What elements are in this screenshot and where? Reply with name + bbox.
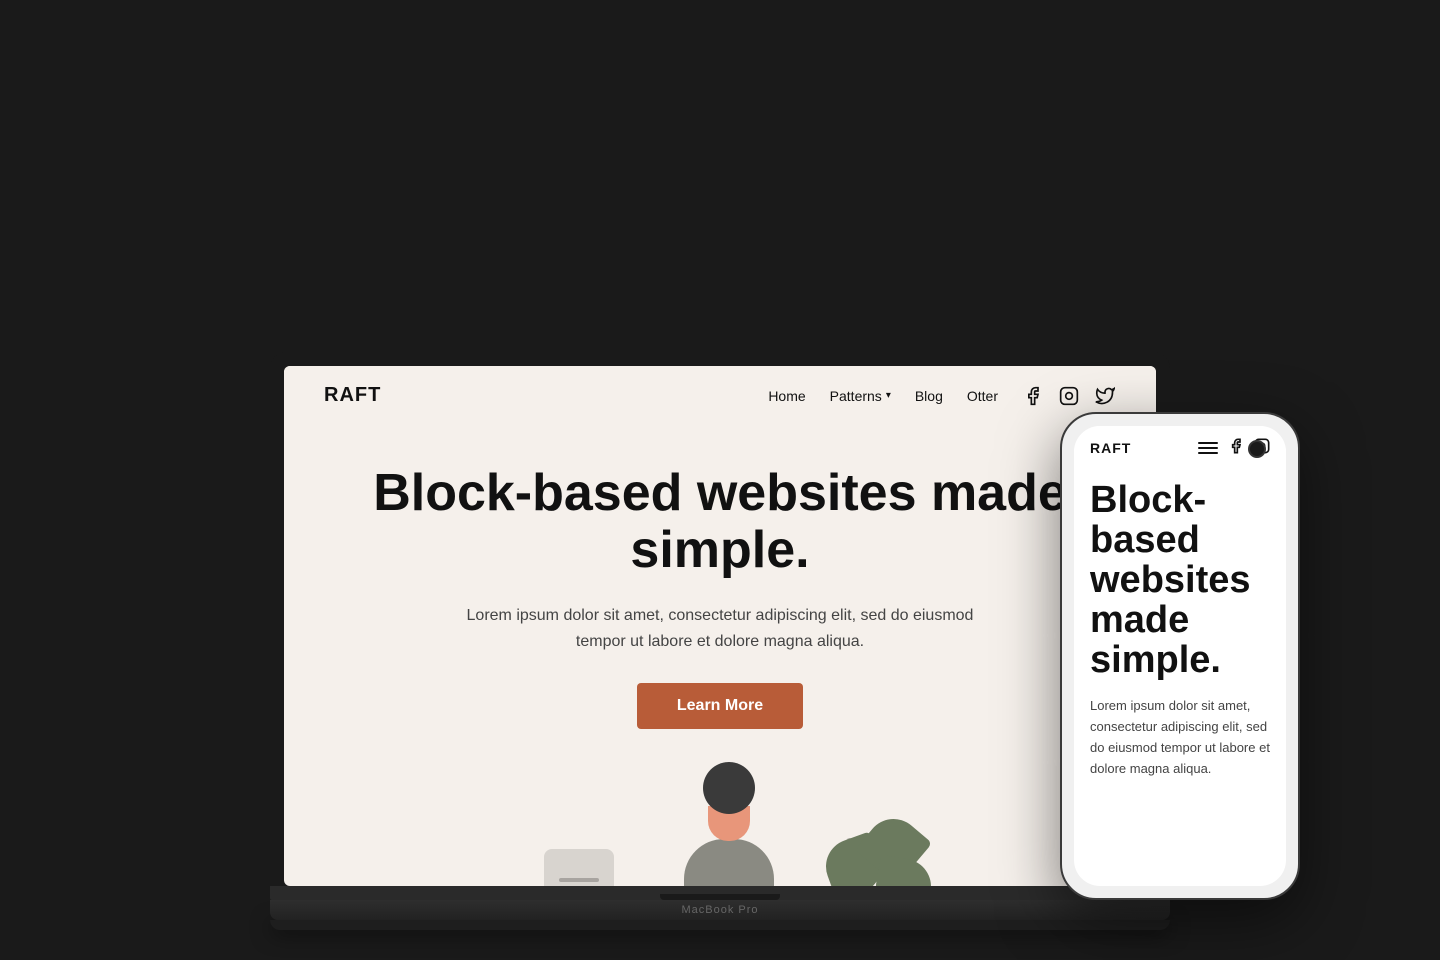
macbook-label: MacBook Pro	[681, 904, 758, 916]
illus-plant	[816, 809, 936, 886]
phone-hero-title: Block-based websites made simple.	[1090, 481, 1270, 680]
hero-subtitle: Lorem ipsum dolor sit amet, consectetur …	[440, 603, 1000, 654]
person-head	[703, 762, 755, 814]
plant-leaf	[872, 854, 936, 886]
phone-content: Block-based websites made simple. Lorem …	[1074, 461, 1286, 800]
nav-patterns[interactable]: Patterns ▾	[830, 388, 891, 404]
hero-title: Block-based websites made simple.	[364, 465, 1076, 579]
twitter-icon[interactable]	[1094, 385, 1116, 407]
hamburger-menu-icon[interactable]	[1198, 442, 1218, 454]
phone-facebook-icon[interactable]	[1228, 438, 1244, 457]
site-header: RAFT Home Patterns ▾ Blog Otter	[284, 366, 1156, 425]
nav-otter[interactable]: Otter	[967, 388, 998, 404]
nav-social-icons	[1022, 385, 1116, 407]
illus-line-1	[559, 878, 599, 882]
laptop-base: MacBook Pro	[270, 900, 1170, 920]
phone-logo: RAFT	[1090, 440, 1131, 456]
person-body	[684, 839, 774, 886]
illus-card	[544, 849, 614, 886]
phone-header: RAFT	[1074, 426, 1286, 461]
phone-hero-subtitle: Lorem ipsum dolor sit amet, consectetur …	[1090, 696, 1270, 779]
phone-camera	[1248, 440, 1266, 458]
phone-screen: RAFT	[1074, 426, 1286, 886]
site-hero: Block-based websites made simple. Lorem …	[284, 425, 1156, 729]
illus-person	[684, 762, 774, 886]
site-logo: RAFT	[324, 384, 381, 407]
instagram-icon[interactable]	[1058, 385, 1080, 407]
learn-more-button[interactable]: Learn More	[637, 683, 803, 729]
nav-blog[interactable]: Blog	[915, 388, 943, 404]
phone-nav-icons	[1198, 438, 1270, 457]
chevron-down-icon: ▾	[886, 390, 891, 401]
laptop-screen-outer: RAFT Home Patterns ▾ Blog Otter	[270, 352, 1170, 886]
nav-home[interactable]: Home	[768, 388, 805, 404]
phone-device: RAFT	[1060, 412, 1300, 900]
laptop-hinge	[270, 886, 1170, 900]
hero-illustration	[284, 749, 1156, 886]
site-nav: Home Patterns ▾ Blog Otter	[768, 385, 1116, 407]
laptop-device: RAFT Home Patterns ▾ Blog Otter	[270, 352, 1170, 930]
scene: RAFT Home Patterns ▾ Blog Otter	[120, 30, 1320, 930]
laptop-foot	[270, 920, 1170, 930]
laptop-screen: RAFT Home Patterns ▾ Blog Otter	[284, 366, 1156, 886]
facebook-icon[interactable]	[1022, 385, 1044, 407]
